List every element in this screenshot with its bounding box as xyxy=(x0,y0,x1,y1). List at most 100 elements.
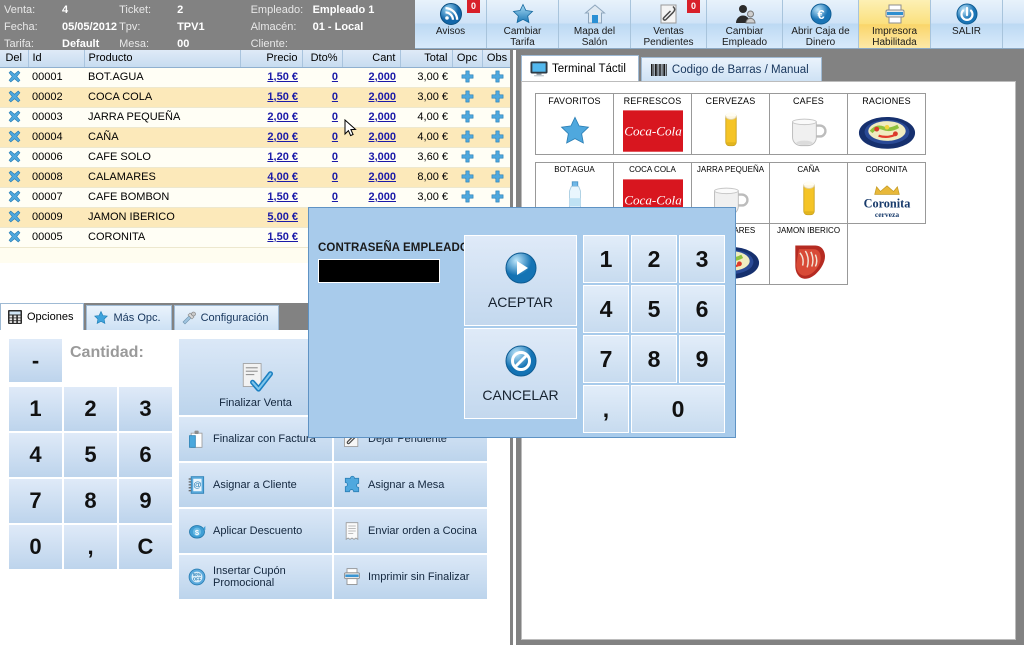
cell-cant[interactable]: 2,000 xyxy=(342,67,400,88)
password-key-3[interactable]: 3 xyxy=(679,235,725,283)
product-caña[interactable]: CAÑA xyxy=(769,162,848,224)
password-key-4[interactable]: 4 xyxy=(583,285,629,333)
line-options-button[interactable] xyxy=(452,87,482,108)
line-observations-button[interactable] xyxy=(482,147,510,168)
cell-precio[interactable]: 1,20 € xyxy=(240,147,302,168)
action-aplicar-descuento[interactable]: $ Aplicar Descuento xyxy=(178,508,333,554)
tab-codigo-barras[interactable]: Codigo de Barras / Manual xyxy=(640,57,822,82)
password-key-comma[interactable]: , xyxy=(583,385,629,433)
numpad-key-4[interactable]: 4 xyxy=(8,432,63,478)
line-options-button[interactable] xyxy=(452,67,482,88)
delete-line-button[interactable] xyxy=(0,107,28,128)
line-observations-button[interactable] xyxy=(482,67,510,88)
password-key-2[interactable]: 2 xyxy=(631,235,677,283)
tab-configuracion[interactable]: Configuración xyxy=(173,305,280,330)
line-options-button[interactable] xyxy=(452,187,482,208)
cell-cant[interactable]: 2,000 xyxy=(342,167,400,188)
category-refrescos[interactable]: REFRESCOS Coca-Cola xyxy=(613,93,692,155)
table-row[interactable]: 00007 CAFE BOMBON 1,50 €0 2,000 3,00 € xyxy=(0,187,510,208)
cell-dto[interactable]: 0 xyxy=(302,167,342,188)
product-coronita[interactable]: CORONITA Coronita cerveza xyxy=(847,162,926,224)
table-row[interactable]: 00004 CAÑA 2,00 €0 2,000 4,00 € xyxy=(0,127,510,148)
cell-cant[interactable]: 2,000 xyxy=(342,127,400,148)
toolbar-button-impresora[interactable]: Impresora Habilitada xyxy=(859,0,931,48)
action-imprimir-sin-finalizar[interactable]: Imprimir sin Finalizar xyxy=(333,554,488,600)
password-input[interactable] xyxy=(318,259,440,283)
line-options-button[interactable] xyxy=(452,167,482,188)
table-row[interactable]: 00006 CAFE SOLO 1,20 €0 3,000 3,60 € xyxy=(0,147,510,168)
cell-dto[interactable]: 0 xyxy=(302,107,342,128)
cell-precio[interactable]: 5,00 € xyxy=(240,207,302,228)
password-key-6[interactable]: 6 xyxy=(679,285,725,333)
password-key-0[interactable]: 0 xyxy=(631,385,725,433)
toolbar-button-cambiar-empleado[interactable]: Cambiar Empleado xyxy=(707,0,783,48)
toolbar-button-salir[interactable]: SALIR xyxy=(931,0,1003,48)
delete-line-button[interactable] xyxy=(0,227,28,248)
cell-dto[interactable]: 0 xyxy=(302,127,342,148)
cell-cant[interactable]: 2,000 xyxy=(342,187,400,208)
cell-precio[interactable]: 4,00 € xyxy=(240,167,302,188)
action-enviar-orden-a-cocina[interactable]: Enviar orden a Cocina xyxy=(333,508,488,554)
line-options-button[interactable] xyxy=(452,107,482,128)
cell-cant[interactable]: 2,000 xyxy=(342,87,400,108)
cell-precio[interactable]: 1,50 € xyxy=(240,87,302,108)
table-row[interactable]: 00001 BOT.AGUA 1,50 €0 2,000 3,00 € xyxy=(0,67,510,88)
delete-line-button[interactable] xyxy=(0,207,28,228)
line-options-button[interactable] xyxy=(452,127,482,148)
numpad-key-5[interactable]: 5 xyxy=(63,432,118,478)
delete-line-button[interactable] xyxy=(0,87,28,108)
numpad-key-7[interactable]: 7 xyxy=(8,478,63,524)
cell-cant[interactable]: 2,000 xyxy=(342,107,400,128)
numpad-key-8[interactable]: 8 xyxy=(63,478,118,524)
delete-line-button[interactable] xyxy=(0,167,28,188)
action-asignar-a-mesa[interactable]: Asignar a Mesa xyxy=(333,462,488,508)
password-key-5[interactable]: 5 xyxy=(631,285,677,333)
toolbar-button-avisos[interactable]: 0 Avisos xyxy=(415,0,487,48)
password-key-7[interactable]: 7 xyxy=(583,335,629,383)
cell-precio[interactable]: 1,50 € xyxy=(240,187,302,208)
line-observations-button[interactable] xyxy=(482,127,510,148)
password-key-8[interactable]: 8 xyxy=(631,335,677,383)
action-insertar-cup-n-promocional[interactable]: 50% OFF Insertar Cupón Promocional xyxy=(178,554,333,600)
category-raciones[interactable]: RACIONES xyxy=(847,93,926,155)
cell-precio[interactable]: 1,50 € xyxy=(240,227,302,248)
toolbar-button-ventas-pendientes[interactable]: 0 Ventas Pendientes xyxy=(631,0,707,48)
cell-dto[interactable]: 0 xyxy=(302,87,342,108)
cell-cant[interactable]: 3,000 xyxy=(342,147,400,168)
category-cafes[interactable]: CAFES xyxy=(769,93,848,155)
toolbar-button-mapa-salon[interactable]: Mapa del Salón xyxy=(559,0,631,48)
tab-opciones[interactable]: Opciones xyxy=(0,303,85,330)
cell-dto[interactable]: 0 xyxy=(302,187,342,208)
line-options-button[interactable] xyxy=(452,147,482,168)
numpad-key-c[interactable]: C xyxy=(118,524,173,570)
table-row[interactable]: 00002 COCA COLA 1,50 €0 2,000 3,00 € xyxy=(0,87,510,108)
numpad-key-3[interactable]: 3 xyxy=(118,386,173,432)
password-key-9[interactable]: 9 xyxy=(679,335,725,383)
line-observations-button[interactable] xyxy=(482,167,510,188)
delete-line-button[interactable] xyxy=(0,147,28,168)
numpad-key-9[interactable]: 9 xyxy=(118,478,173,524)
table-row[interactable]: 00008 CALAMARES 4,00 €0 2,000 8,00 € xyxy=(0,167,510,188)
numpad-key-2[interactable]: 2 xyxy=(63,386,118,432)
delete-line-button[interactable] xyxy=(0,187,28,208)
tab-mas-opc[interactable]: Más Opc. xyxy=(86,305,172,330)
category-favoritos[interactable]: FAVORITOS xyxy=(535,93,614,155)
delete-line-button[interactable] xyxy=(0,67,28,88)
line-observations-button[interactable] xyxy=(482,87,510,108)
numpad-key-comma[interactable]: , xyxy=(63,524,118,570)
cell-dto[interactable]: 0 xyxy=(302,67,342,88)
product-jamon-iberico[interactable]: JAMON IBERICO xyxy=(769,223,848,285)
cell-dto[interactable]: 0 xyxy=(302,147,342,168)
cell-precio[interactable]: 2,00 € xyxy=(240,107,302,128)
numpad-key-1[interactable]: 1 xyxy=(8,386,63,432)
quantity-minus-key[interactable]: - xyxy=(8,338,63,383)
category-cervezas[interactable]: CERVEZAS xyxy=(691,93,770,155)
delete-line-button[interactable] xyxy=(0,127,28,148)
action-asignar-a-cliente[interactable]: @ Asignar a Cliente xyxy=(178,462,333,508)
password-key-1[interactable]: 1 xyxy=(583,235,629,283)
cancel-button[interactable]: CANCELAR xyxy=(464,328,577,419)
tab-terminal-tactil[interactable]: Terminal Táctil xyxy=(521,55,639,82)
cell-precio[interactable]: 1,50 € xyxy=(240,67,302,88)
numpad-key-0[interactable]: 0 xyxy=(8,524,63,570)
line-observations-button[interactable] xyxy=(482,107,510,128)
